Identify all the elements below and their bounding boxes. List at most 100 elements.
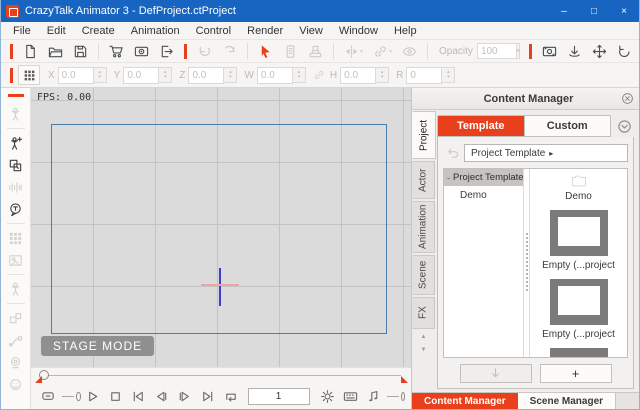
add-content-button[interactable]: +: [539, 364, 612, 383]
menu-view[interactable]: View: [291, 22, 331, 40]
menu-file[interactable]: File: [5, 22, 39, 40]
item-label[interactable]: Empty (...project: [542, 329, 615, 340]
w-spinner[interactable]: ▴ ▾: [292, 67, 306, 83]
redo-button[interactable]: [217, 42, 242, 61]
range-end-marker[interactable]: [401, 376, 408, 383]
y-spinner[interactable]: ▴ ▾: [159, 67, 173, 83]
y-input[interactable]: [123, 66, 160, 84]
image-frame-icon[interactable]: [8, 253, 23, 268]
item-label[interactable]: Empty (...project: [542, 260, 615, 271]
open-project-button[interactable]: [43, 42, 68, 61]
first-frame-button[interactable]: [127, 389, 150, 404]
current-frame-input[interactable]: [247, 387, 310, 405]
tab-scene-manager[interactable]: Scene Manager: [517, 393, 617, 409]
visibility-button[interactable]: [397, 42, 422, 61]
character-icon[interactable]: [8, 282, 23, 297]
back-button[interactable]: [445, 146, 460, 161]
text-bubble-icon[interactable]: [8, 202, 23, 217]
menu-create[interactable]: Create: [74, 22, 123, 40]
undo-button[interactable]: [192, 42, 217, 61]
x-spinner[interactable]: ▴ ▾: [93, 67, 107, 83]
h-input[interactable]: [340, 66, 377, 84]
paste-button[interactable]: [303, 42, 328, 61]
project-thumbnail-partial[interactable]: [549, 348, 608, 357]
play-button[interactable]: [81, 389, 104, 404]
tab-fx[interactable]: FX: [412, 297, 435, 329]
composer-icon[interactable]: [8, 158, 23, 173]
menu-render[interactable]: Render: [239, 22, 291, 40]
stop-button[interactable]: [104, 389, 127, 404]
props-icon[interactable]: [8, 231, 23, 246]
item-label[interactable]: Demo: [565, 191, 592, 202]
tab-custom[interactable]: Custom: [523, 115, 611, 137]
collapse-icon[interactable]: -: [447, 173, 450, 183]
tree-item-demo[interactable]: Demo: [444, 186, 523, 201]
content-store-button[interactable]: [104, 42, 129, 61]
spin-down-icon[interactable]: ▾: [447, 75, 450, 80]
spin-down-icon[interactable]: ▾: [98, 75, 101, 80]
motion-path-icon[interactable]: [8, 333, 23, 348]
close-button[interactable]: ×: [609, 0, 639, 22]
tab-content-manager[interactable]: Content Manager: [412, 393, 518, 409]
camera-view-button[interactable]: [537, 42, 562, 61]
previous-frame-button[interactable]: [150, 389, 173, 404]
hotkey-panel-button[interactable]: [339, 389, 362, 404]
volume-slider-track[interactable]: [386, 395, 399, 397]
spin-down-icon[interactable]: ▾: [229, 75, 232, 80]
link-button[interactable]: ▾: [368, 42, 397, 61]
volume-slider-knob[interactable]: [400, 391, 405, 401]
project-thumbnail[interactable]: [549, 279, 608, 325]
copy-button[interactable]: [278, 42, 303, 61]
tab-project[interactable]: Project: [412, 111, 436, 159]
last-frame-button[interactable]: [196, 389, 219, 404]
timeline-track[interactable]: [45, 375, 401, 376]
transform-grid-button[interactable]: [18, 65, 40, 85]
spin-down-icon[interactable]: ▾: [298, 75, 301, 80]
actor-icon[interactable]: [8, 107, 23, 122]
wh-link-icon[interactable]: [313, 69, 325, 81]
panel-close-button[interactable]: [621, 92, 634, 105]
tab-scroll-down-icon[interactable]: ▼: [412, 343, 435, 356]
folder-thumbnail-icon[interactable]: [555, 175, 603, 187]
motion-icon[interactable]: [8, 180, 23, 195]
render-preview-button[interactable]: [129, 42, 154, 61]
flip-button[interactable]: ▾: [339, 42, 368, 61]
apply-down-button[interactable]: [459, 364, 532, 383]
save-project-button[interactable]: [68, 42, 93, 61]
bubble-slider-track[interactable]: [62, 395, 75, 397]
export-button[interactable]: [154, 42, 179, 61]
opacity-input[interactable]: [476, 43, 517, 59]
loop-button[interactable]: [219, 389, 242, 404]
tree-root-node[interactable]: - Project Template: [444, 169, 523, 186]
create-actor-icon[interactable]: [8, 136, 23, 151]
maximize-button[interactable]: □: [579, 0, 609, 22]
project-thumbnail[interactable]: [549, 210, 608, 256]
new-project-button[interactable]: [18, 42, 43, 61]
next-frame-button[interactable]: [173, 389, 196, 404]
r-input[interactable]: [406, 66, 443, 84]
x-input[interactable]: [57, 66, 94, 84]
z-spinner[interactable]: ▴ ▾: [224, 67, 238, 83]
r-spinner[interactable]: ▴ ▾: [442, 67, 456, 83]
pan-button[interactable]: [587, 42, 612, 61]
select-tool-button[interactable]: [253, 42, 278, 61]
tab-scroll-up-icon[interactable]: ▲: [412, 330, 435, 343]
spin-down-icon[interactable]: ▾: [517, 48, 520, 54]
menu-window[interactable]: Window: [331, 22, 386, 40]
link-caret-icon[interactable]: ▾: [389, 48, 392, 55]
collapse-panel-chevron-icon[interactable]: [617, 119, 632, 134]
minimize-button[interactable]: –: [549, 0, 579, 22]
stage-viewport[interactable]: FPS: 0.00 STAGE MODE: [31, 88, 411, 367]
template-path-dropdown[interactable]: Project Template ▸: [464, 144, 628, 162]
spin-down-icon[interactable]: ▾: [164, 75, 167, 80]
collapse-bubble-button[interactable]: [37, 389, 60, 404]
menu-animation[interactable]: Animation: [123, 22, 188, 40]
tab-animation[interactable]: Animation: [412, 201, 435, 253]
spin-down-icon[interactable]: ▾: [381, 75, 384, 80]
face-puppet-icon[interactable]: [8, 377, 23, 392]
menu-help[interactable]: Help: [386, 22, 425, 40]
z-input[interactable]: [188, 66, 225, 84]
audio-button[interactable]: [362, 389, 385, 404]
shapes-icon[interactable]: [8, 311, 23, 326]
range-start-marker[interactable]: [35, 376, 42, 383]
